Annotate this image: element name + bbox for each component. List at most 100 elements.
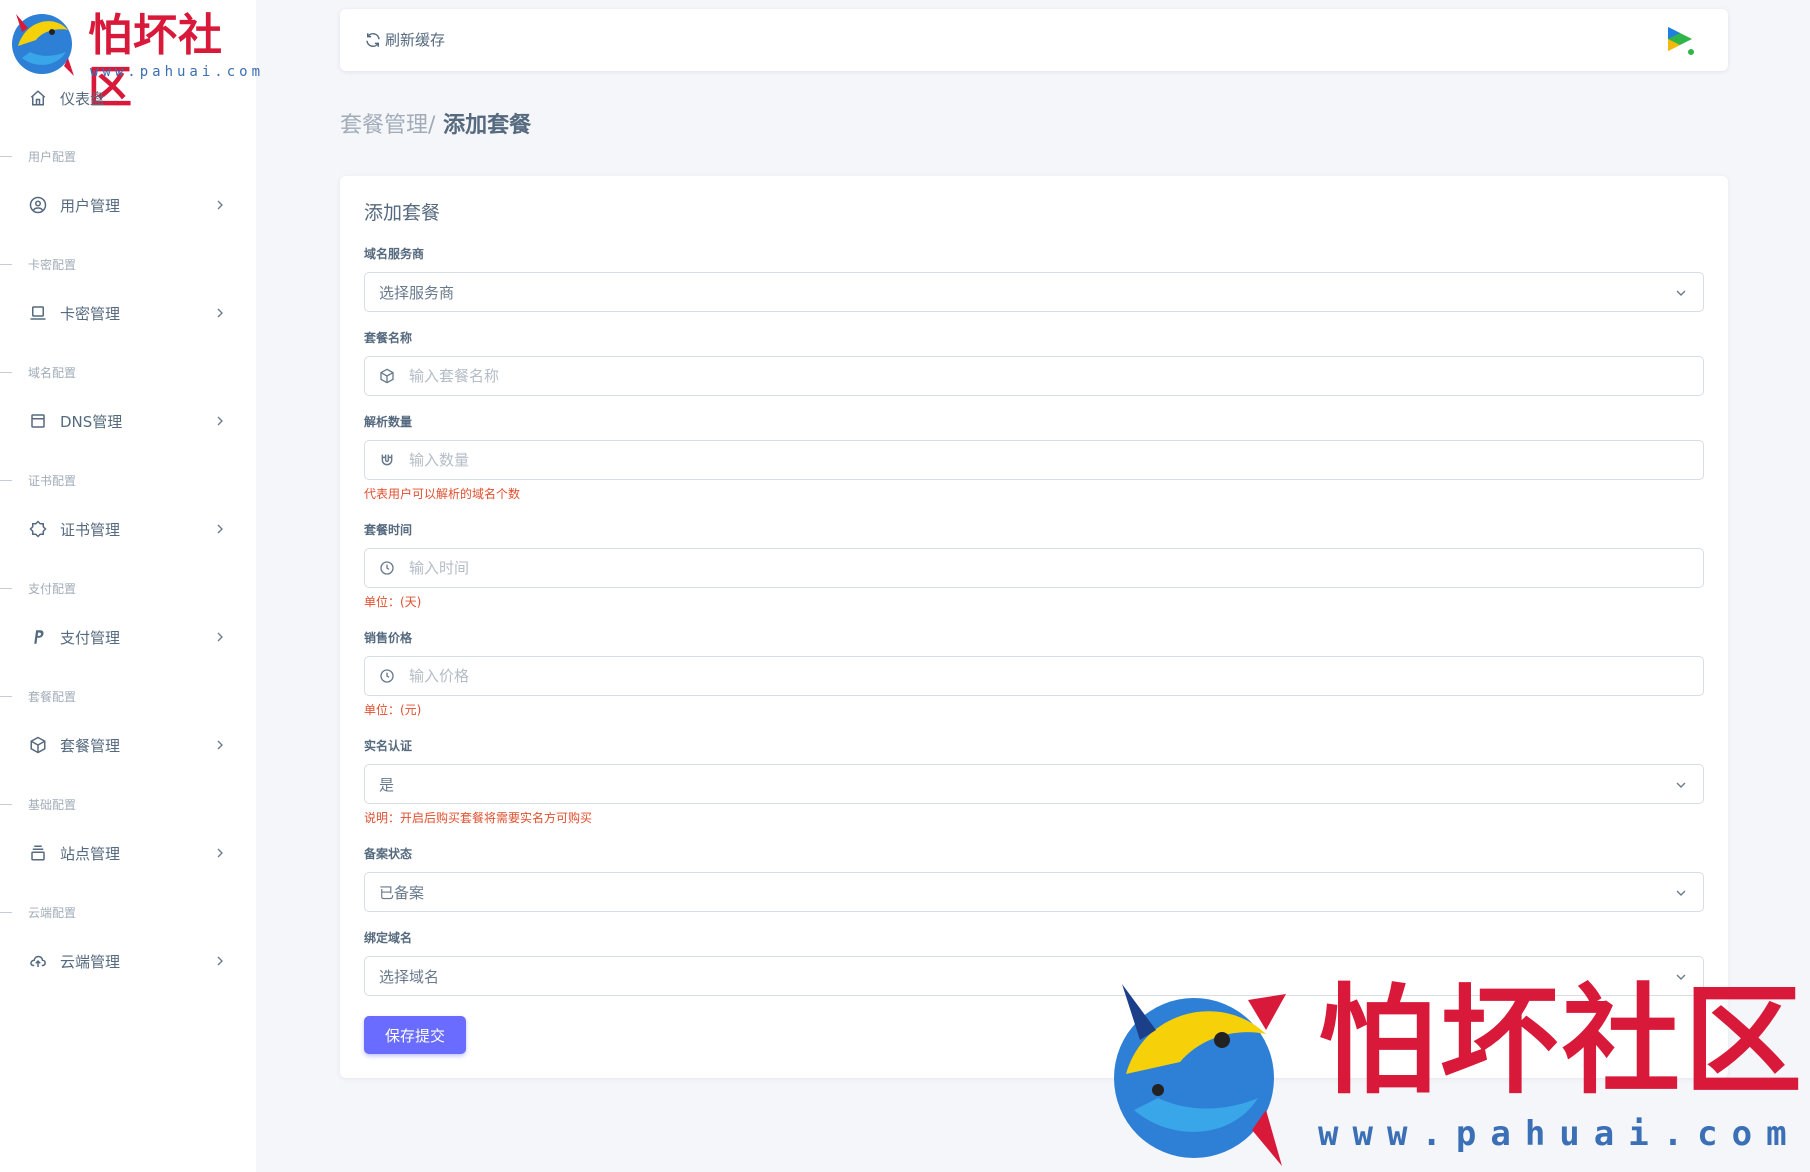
brand-logo[interactable]: 怕坏社区 www.pahuai.com [8, 6, 260, 113]
sidebar-item-payment[interactable]: 支付管理 [0, 617, 256, 657]
chevron-down-icon [1676, 890, 1686, 896]
breadcrumb-parent[interactable]: 套餐管理/ [340, 113, 435, 138]
chevron-right-icon [217, 956, 223, 966]
bind-domain-field: 绑定域名 选择域名 [364, 928, 1704, 996]
page-title: 添加套餐 [435, 113, 532, 138]
clock-icon [365, 549, 409, 587]
bind-domain-select[interactable]: 选择域名 [364, 956, 1704, 996]
field-label: 解析数量 [364, 415, 413, 429]
duration-field: 套餐时间 单位：(天) [364, 520, 1704, 610]
save-submit-button[interactable]: 保存提交 [364, 1016, 466, 1054]
sidebar-item-label: 站点管理 [60, 844, 121, 863]
home-icon [28, 88, 48, 108]
cube-icon [365, 357, 409, 395]
cube-icon [28, 735, 48, 755]
sidebar-header-package: 套餐配置 [0, 686, 256, 706]
chevron-down-icon [1676, 974, 1686, 980]
chevron-right-icon [217, 416, 223, 426]
icp-status-select[interactable]: 已备案 [364, 872, 1704, 912]
sidebar-item-dns[interactable]: DNS管理 [0, 401, 256, 441]
magnet-icon [365, 441, 409, 479]
realname-select[interactable]: 是 [364, 764, 1704, 804]
refresh-cache-button[interactable]: 刷新缓存 [364, 29, 445, 50]
chevron-right-icon [217, 524, 223, 534]
sidebar-header-payment: 支付配置 [0, 578, 256, 598]
chevron-down-icon [1676, 782, 1686, 788]
chevron-right-icon [217, 848, 223, 858]
field-label: 备案状态 [364, 847, 413, 861]
provider-select[interactable]: 选择服务商 [364, 272, 1704, 312]
select-value: 选择服务商 [379, 283, 455, 302]
field-label: 套餐名称 [364, 331, 413, 345]
sidebar-item-label: 仪表盘 [60, 89, 106, 108]
sidebar-item-label: 卡密管理 [60, 304, 121, 323]
price-hint: 单位：(元) [364, 703, 422, 717]
price-field: 销售价格 单位：(元) [364, 628, 1704, 718]
sidebar-header-card: 卡密配置 [0, 254, 256, 274]
fish-logo-icon [12, 14, 74, 76]
sidebar-item-site[interactable]: 站点管理 [0, 833, 256, 873]
sidebar-item-cloud[interactable]: 云端管理 [0, 941, 256, 981]
sidebar-item-dashboard[interactable]: 仪表盘 [0, 78, 256, 118]
field-label: 绑定域名 [364, 931, 413, 945]
sidebar-header-cert: 证书配置 [0, 470, 256, 490]
duration-control [364, 548, 1704, 588]
sidebar-item-certs[interactable]: 证书管理 [0, 509, 256, 549]
record-count-control [364, 440, 1704, 480]
chevron-right-icon [217, 200, 223, 210]
chevron-right-icon [217, 308, 223, 318]
chevron-right-icon [217, 632, 223, 642]
chevron-down-icon [1676, 290, 1686, 296]
user-avatar-icon [1668, 27, 1696, 57]
select-value: 选择域名 [379, 967, 440, 986]
price-control [364, 656, 1704, 696]
price-input[interactable] [409, 658, 1689, 694]
field-label: 销售价格 [364, 631, 413, 645]
select-value: 是 [379, 775, 395, 794]
sidebar-header-cloud: 云端配置 [0, 902, 256, 922]
user-circle-icon [28, 195, 48, 215]
sidebar-item-label: 证书管理 [60, 520, 121, 539]
top-navbar: 刷新缓存 [340, 9, 1728, 71]
avatar[interactable] [1660, 21, 1698, 59]
provider-field: 域名服务商 选择服务商 [364, 244, 1704, 312]
field-label: 域名服务商 [364, 247, 425, 261]
card-title: 添加套餐 [364, 202, 441, 224]
cloud-upload-icon [28, 951, 48, 971]
refresh-icon [366, 32, 380, 47]
sidebar-item-packages[interactable]: 套餐管理 [0, 725, 256, 765]
watermark-url: www.pahuai.com [1318, 1114, 1801, 1154]
sidebar-header-basic: 基础配置 [0, 794, 256, 814]
sidebar-header-domain: 域名配置 [0, 362, 256, 382]
realname-field: 实名认证 是 说明：开启后购买套餐将需要实名方可购买 [364, 736, 1704, 826]
field-label: 套餐时间 [364, 523, 413, 537]
record-count-hint: 代表用户可以解析的域名个数 [364, 487, 521, 501]
select-value: 已备案 [379, 883, 425, 902]
laptop-icon [28, 303, 48, 323]
sidebar-header-user: 用户配置 [0, 146, 256, 166]
sidebar-item-cardkeys[interactable]: 卡密管理 [0, 293, 256, 333]
breadcrumb: 套餐管理/ 添加套餐 [340, 112, 531, 140]
sidebar-item-label: DNS管理 [60, 412, 123, 431]
duration-input[interactable] [409, 550, 1689, 586]
record-count-field: 解析数量 代表用户可以解析的域名个数 [364, 412, 1704, 502]
add-package-card: 添加套餐 域名服务商 选择服务商 套餐名称 解析数量 代表用户可以解析的域名个数 [340, 176, 1728, 1078]
refresh-cache-label: 刷新缓存 [385, 31, 446, 49]
sidebar-item-users[interactable]: 用户管理 [0, 185, 256, 225]
clock-icon [365, 657, 409, 695]
sidebar-item-label: 用户管理 [60, 196, 121, 215]
archive-icon [28, 843, 48, 863]
record-count-input[interactable] [409, 442, 1689, 478]
paypal-icon [28, 627, 48, 647]
sidebar: 怕坏社区 www.pahuai.com 仪表盘 用户配置 用户管理 卡密配置 卡… [0, 0, 260, 1172]
package-name-control [364, 356, 1704, 396]
field-label: 实名认证 [364, 739, 413, 753]
package-name-input[interactable] [409, 358, 1689, 394]
chevron-right-icon [217, 740, 223, 750]
realname-hint: 说明：开启后购买套餐将需要实名方可购买 [364, 811, 593, 825]
duration-hint: 单位：(天) [364, 595, 422, 609]
sidebar-item-label: 套餐管理 [60, 736, 121, 755]
package-name-field: 套餐名称 [364, 328, 1704, 396]
sidebar-item-label: 支付管理 [60, 628, 121, 647]
icp-status-field: 备案状态 已备案 [364, 844, 1704, 912]
